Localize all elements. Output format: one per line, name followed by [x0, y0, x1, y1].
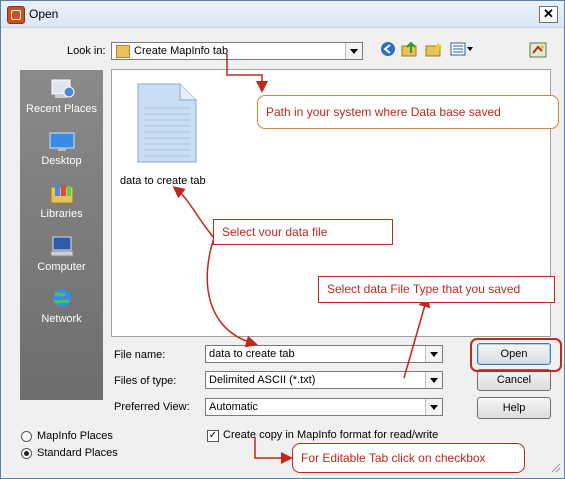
- text-file-icon[interactable]: [136, 82, 198, 164]
- standard-places-label: Standard Places: [37, 447, 118, 459]
- file-name-label[interactable]: data to create tab: [120, 175, 206, 187]
- standard-places-radio[interactable]: [21, 448, 32, 459]
- look-in-value: Create MapInfo tab: [134, 45, 229, 57]
- network-icon: [52, 289, 71, 307]
- callout-select-file: Select vour data file: [213, 219, 393, 245]
- new-folder-icon[interactable]: [424, 41, 444, 61]
- mapinfo-places-radio[interactable]: [21, 431, 32, 442]
- title-bar: Open ✕: [1, 1, 564, 28]
- place-desktop[interactable]: Desktop: [20, 130, 103, 167]
- tool-icon[interactable]: [528, 41, 548, 61]
- create-copy-checkbox[interactable]: ✓: [207, 430, 219, 442]
- up-folder-icon[interactable]: [400, 41, 420, 61]
- look-in-label: Look in:: [67, 45, 106, 57]
- place-label: Libraries: [40, 208, 83, 220]
- file-name-input[interactable]: data to create tab: [205, 345, 443, 363]
- chevron-down-icon[interactable]: [345, 43, 362, 59]
- help-button[interactable]: Help: [477, 397, 551, 419]
- file-type-select[interactable]: Delimited ASCII (*.txt): [205, 371, 443, 389]
- place-recent[interactable]: Recent Places: [20, 78, 103, 115]
- file-name-field-label: File name:: [114, 349, 166, 361]
- place-network[interactable]: Network: [20, 288, 103, 325]
- recent-places-icon: [51, 79, 74, 98]
- place-label: Network: [41, 313, 82, 325]
- callout-file-type: Select data File Type that you saved: [318, 276, 555, 303]
- computer-icon: [50, 236, 73, 257]
- views-menu-icon[interactable]: [449, 41, 475, 61]
- resize-grip-icon[interactable]: [549, 461, 561, 473]
- app-icon: [7, 6, 25, 24]
- chevron-down-icon[interactable]: [425, 372, 442, 388]
- mapinfo-places-label: MapInfo Places: [37, 430, 113, 442]
- places-bar: Recent Places Desktop Libraries Computer…: [20, 70, 103, 400]
- libraries-icon: [50, 184, 73, 204]
- back-icon[interactable]: [378, 41, 398, 61]
- open-button[interactable]: Open: [477, 343, 551, 365]
- chevron-down-icon[interactable]: [425, 346, 442, 362]
- preferred-view-label: Preferred View:: [114, 401, 190, 413]
- file-type-value: Delimited ASCII (*.txt): [209, 374, 316, 386]
- cancel-button[interactable]: Cancel: [477, 369, 551, 391]
- create-copy-label: Create copy in MapInfo format for read/w…: [223, 429, 439, 441]
- callout-path: Path in your system where Data base save…: [257, 95, 559, 129]
- preferred-view-select[interactable]: Automatic: [205, 398, 443, 416]
- place-label: Recent Places: [26, 103, 97, 115]
- chevron-down-icon[interactable]: [425, 399, 442, 415]
- place-libraries[interactable]: Libraries: [20, 183, 103, 220]
- close-button[interactable]: ✕: [539, 6, 558, 23]
- preferred-view-value: Automatic: [209, 401, 258, 413]
- place-computer[interactable]: Computer: [20, 236, 103, 273]
- desktop-icon: [49, 132, 74, 151]
- file-type-label: Files of type:: [114, 375, 177, 387]
- place-label: Computer: [37, 261, 86, 273]
- window-title: Open: [29, 7, 59, 21]
- callout-editable: For Editable Tab click on checkbox: [292, 443, 525, 473]
- file-name-value: data to create tab: [209, 348, 295, 360]
- place-label: Desktop: [41, 155, 82, 167]
- folder-icon: [116, 45, 130, 58]
- look-in-select[interactable]: Create MapInfo tab: [111, 42, 363, 60]
